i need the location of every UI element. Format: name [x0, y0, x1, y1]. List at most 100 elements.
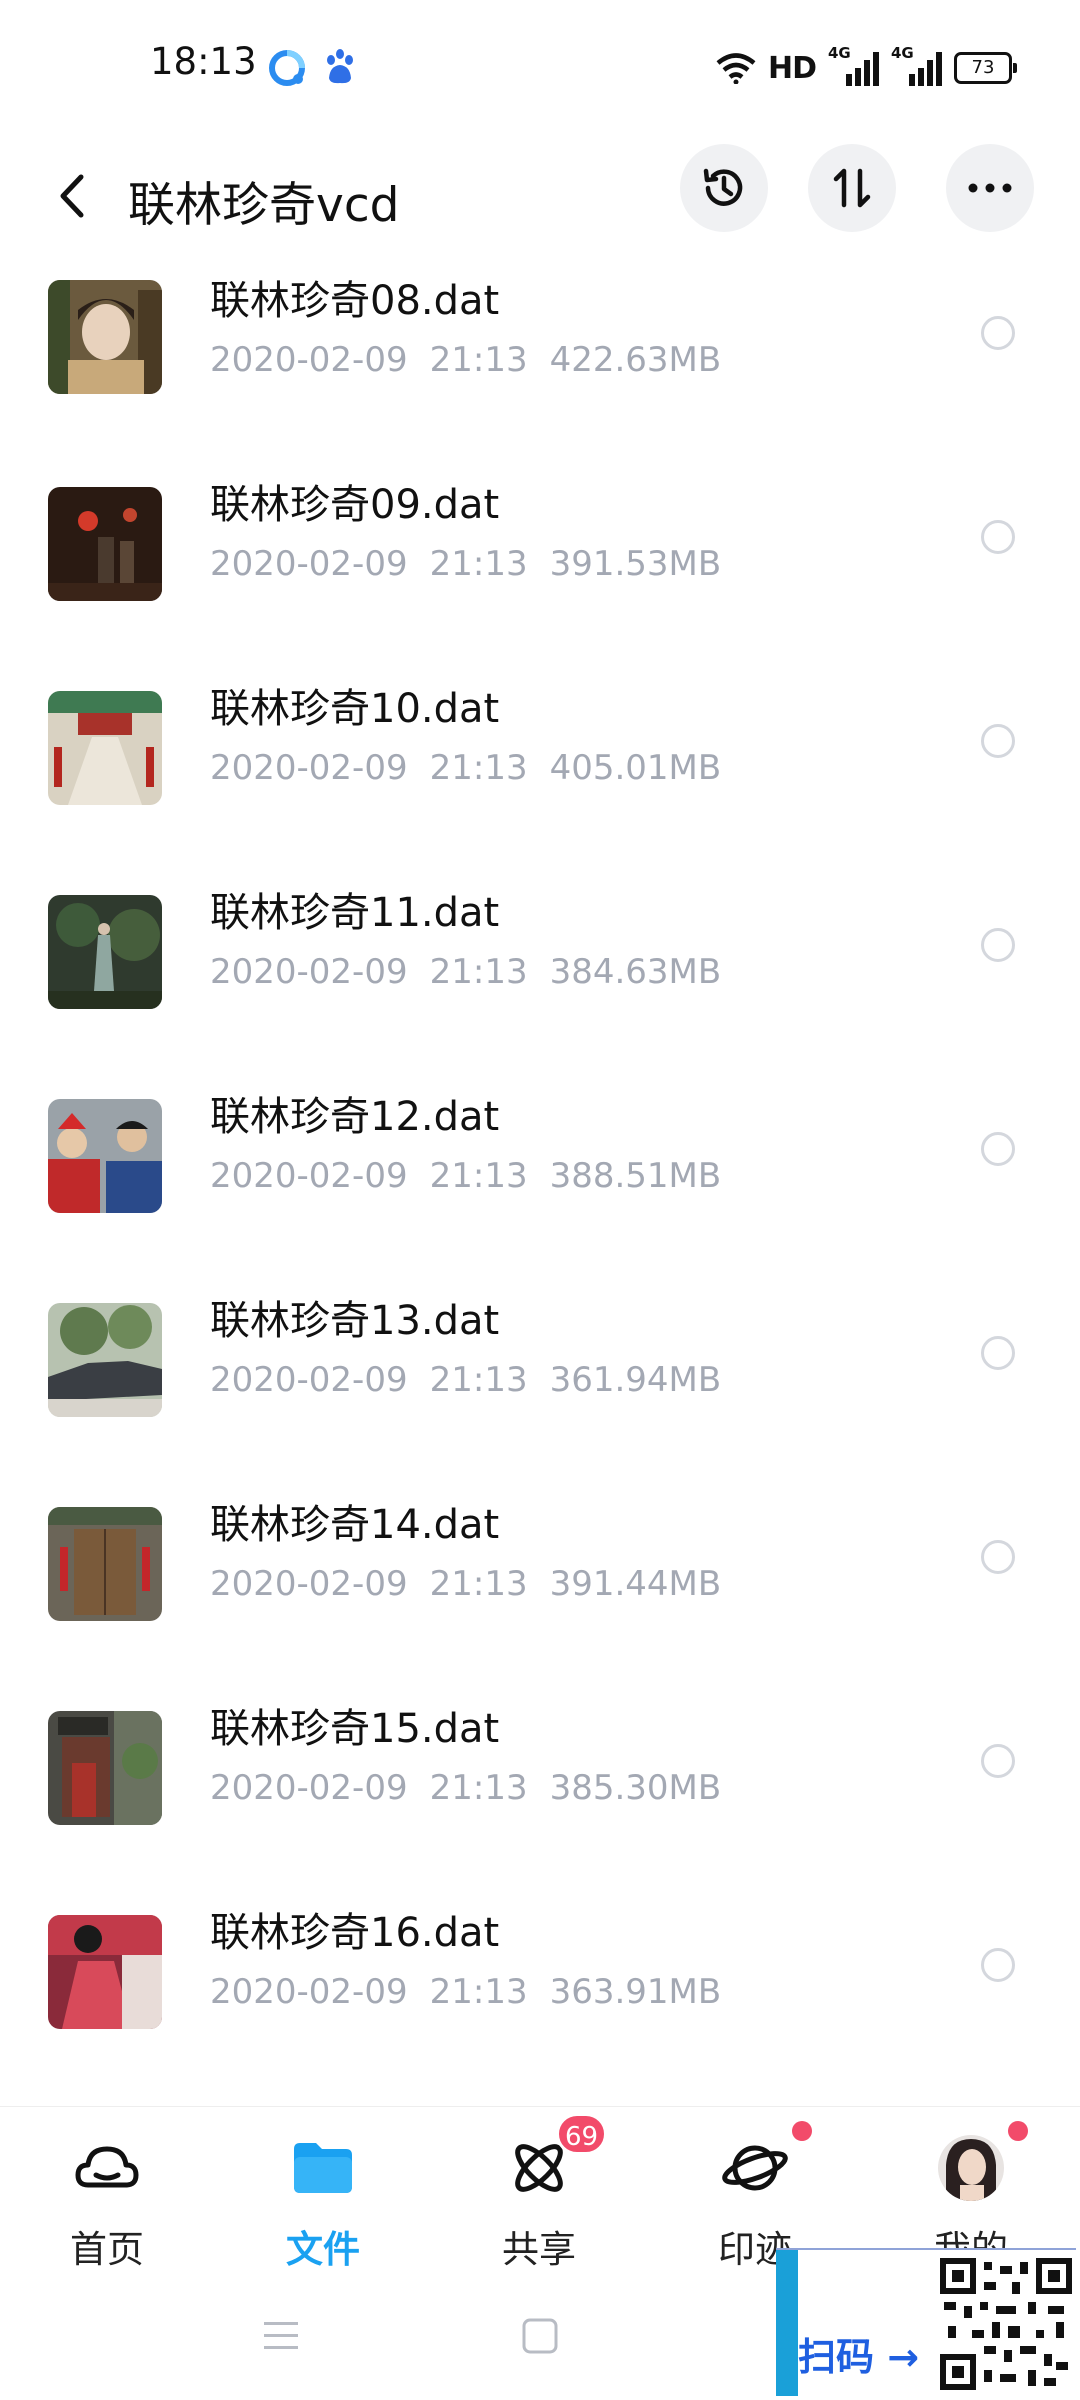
battery-icon: 73 — [954, 52, 1017, 84]
sort-button[interactable] — [808, 144, 896, 232]
network-2-label: 4G — [891, 44, 914, 62]
file-time: 21:13 — [429, 1156, 528, 1196]
home-square-icon[interactable] — [520, 2316, 560, 2356]
file-row[interactable]: 联林珍奇16.dat 2020-02-09 21:13 363.91MB — [0, 1900, 1080, 2104]
file-date: 2020-02-09 — [210, 1156, 408, 1196]
watermark-text: 扫码 → — [798, 2335, 920, 2379]
file-row[interactable]: 联林珍奇13.dat 2020-02-09 21:13 361.94MB — [0, 1288, 1080, 1492]
back-chevron-icon — [60, 174, 84, 218]
signal-1-icon: 4G — [828, 44, 879, 86]
file-time: 21:13 — [429, 340, 528, 380]
file-meta: 2020-02-09 21:13 363.91MB — [210, 1972, 721, 2012]
file-name: 联林珍奇14.dat — [210, 1502, 500, 1548]
back-button[interactable] — [42, 160, 102, 232]
video-thumbnail — [48, 1711, 162, 1825]
select-radio[interactable] — [981, 1540, 1015, 1574]
file-row[interactable]: 联林珍奇09.dat 2020-02-09 21:13 391.53MB — [0, 472, 1080, 676]
file-time: 21:13 — [429, 952, 528, 992]
menu-lines-icon[interactable] — [262, 2318, 300, 2354]
file-size: 405.01MB — [549, 748, 722, 788]
video-thumbnail — [48, 691, 162, 805]
notification-badge: 69 — [556, 2113, 608, 2155]
select-radio[interactable] — [981, 1744, 1015, 1778]
file-time: 21:13 — [429, 1768, 528, 1808]
file-name: 联林珍奇08.dat — [210, 278, 500, 324]
file-size: 388.51MB — [549, 1156, 722, 1196]
select-radio[interactable] — [981, 928, 1015, 962]
file-meta: 2020-02-09 21:13 388.51MB — [210, 1156, 721, 1196]
nav-share[interactable]: 69 共享 — [464, 2113, 614, 2271]
file-name: 联林珍奇12.dat — [210, 1094, 500, 1140]
nav-profile[interactable]: 我的 — [896, 2121, 1046, 2271]
select-radio[interactable] — [981, 1132, 1015, 1166]
file-name: 联林珍奇11.dat — [210, 890, 500, 936]
file-name: 联林珍奇15.dat — [210, 1706, 500, 1752]
nav-label: 文件 — [286, 2228, 360, 2271]
video-thumbnail — [48, 895, 162, 1009]
file-date: 2020-02-09 — [210, 1564, 408, 1604]
hd-label: HD — [767, 50, 817, 86]
page-title: 联林珍奇vcd — [128, 178, 400, 233]
file-name: 联林珍奇16.dat — [210, 1910, 500, 1956]
file-row[interactable]: 联林珍奇15.dat 2020-02-09 21:13 385.30MB — [0, 1696, 1080, 1900]
watermark-overlay: 扫码 → — [776, 2248, 1076, 2396]
notification-dot — [792, 2121, 812, 2141]
file-time: 21:13 — [429, 1972, 528, 2012]
video-thumbnail — [48, 1099, 162, 1213]
file-row[interactable]: 联林珍奇10.dat 2020-02-09 21:13 405.01MB — [0, 676, 1080, 880]
status-time: 18:13 — [150, 40, 257, 83]
video-thumbnail — [48, 1507, 162, 1621]
nav-home[interactable]: 首页 — [32, 2125, 182, 2271]
history-clock-icon — [703, 168, 743, 206]
select-radio[interactable] — [981, 724, 1015, 758]
file-size: 391.44MB — [549, 1564, 722, 1604]
file-row[interactable]: 联林珍奇12.dat 2020-02-09 21:13 388.51MB — [0, 1084, 1080, 1288]
video-thumbnail — [48, 1915, 162, 2029]
file-size: 422.63MB — [549, 340, 722, 380]
video-thumbnail — [48, 280, 162, 394]
more-button[interactable] — [946, 144, 1034, 232]
select-radio[interactable] — [981, 316, 1015, 350]
status-bar: 18:13 HD 4G 4G 73 — [0, 0, 1080, 136]
file-row[interactable]: 联林珍奇11.dat 2020-02-09 21:13 384.63MB — [0, 880, 1080, 1084]
file-date: 2020-02-09 — [210, 748, 408, 788]
file-size: 385.30MB — [549, 1768, 722, 1808]
select-radio[interactable] — [981, 1336, 1015, 1370]
file-list: 联林珍奇08.dat 2020-02-09 21:13 422.63MB 联林珍奇0… — [0, 256, 1080, 2106]
file-row[interactable]: 联林珍奇14.dat 2020-02-09 21:13 391.44MB — [0, 1492, 1080, 1696]
browser-app-icon — [269, 50, 305, 86]
file-meta: 2020-02-09 21:13 361.94MB — [210, 1360, 721, 1400]
select-radio[interactable] — [981, 520, 1015, 554]
nav-files[interactable]: 文件 — [248, 2125, 398, 2271]
file-date: 2020-02-09 — [210, 1768, 408, 1808]
folder-icon — [294, 2143, 352, 2193]
file-meta: 2020-02-09 21:13 384.63MB — [210, 952, 721, 992]
file-date: 2020-02-09 — [210, 952, 408, 992]
file-size: 384.63MB — [549, 952, 722, 992]
planet-icon — [722, 2145, 788, 2191]
file-meta: 2020-02-09 21:13 422.63MB — [210, 340, 721, 380]
file-meta: 2020-02-09 21:13 405.01MB — [210, 748, 721, 788]
file-time: 21:13 — [429, 748, 528, 788]
video-thumbnail — [48, 1303, 162, 1417]
nav-footprint[interactable]: 印迹 — [680, 2121, 830, 2271]
file-size: 363.91MB — [549, 1972, 722, 2012]
file-date: 2020-02-09 — [210, 1360, 408, 1400]
title-bar: 联林珍奇vcd — [0, 136, 1080, 256]
file-time: 21:13 — [429, 1360, 528, 1400]
file-meta: 2020-02-09 21:13 391.53MB — [210, 544, 721, 584]
file-meta: 2020-02-09 21:13 385.30MB — [210, 1768, 721, 1808]
select-radio[interactable] — [981, 1948, 1015, 1982]
file-size: 391.53MB — [549, 544, 722, 584]
file-time: 21:13 — [429, 544, 528, 584]
baidu-paw-icon — [327, 49, 353, 84]
file-time: 21:13 — [429, 1564, 528, 1604]
history-button[interactable] — [680, 144, 768, 232]
avatar-icon — [938, 2135, 1004, 2201]
status-indicators: HD 4G 4G 73 — [716, 44, 1017, 90]
sort-arrows-icon — [833, 168, 871, 208]
file-name: 联林珍奇13.dat — [210, 1298, 500, 1344]
wifi-icon — [716, 53, 756, 84]
file-name: 联林珍奇10.dat — [210, 686, 500, 732]
file-row[interactable]: 联林珍奇08.dat 2020-02-09 21:13 422.63MB — [0, 268, 1080, 472]
